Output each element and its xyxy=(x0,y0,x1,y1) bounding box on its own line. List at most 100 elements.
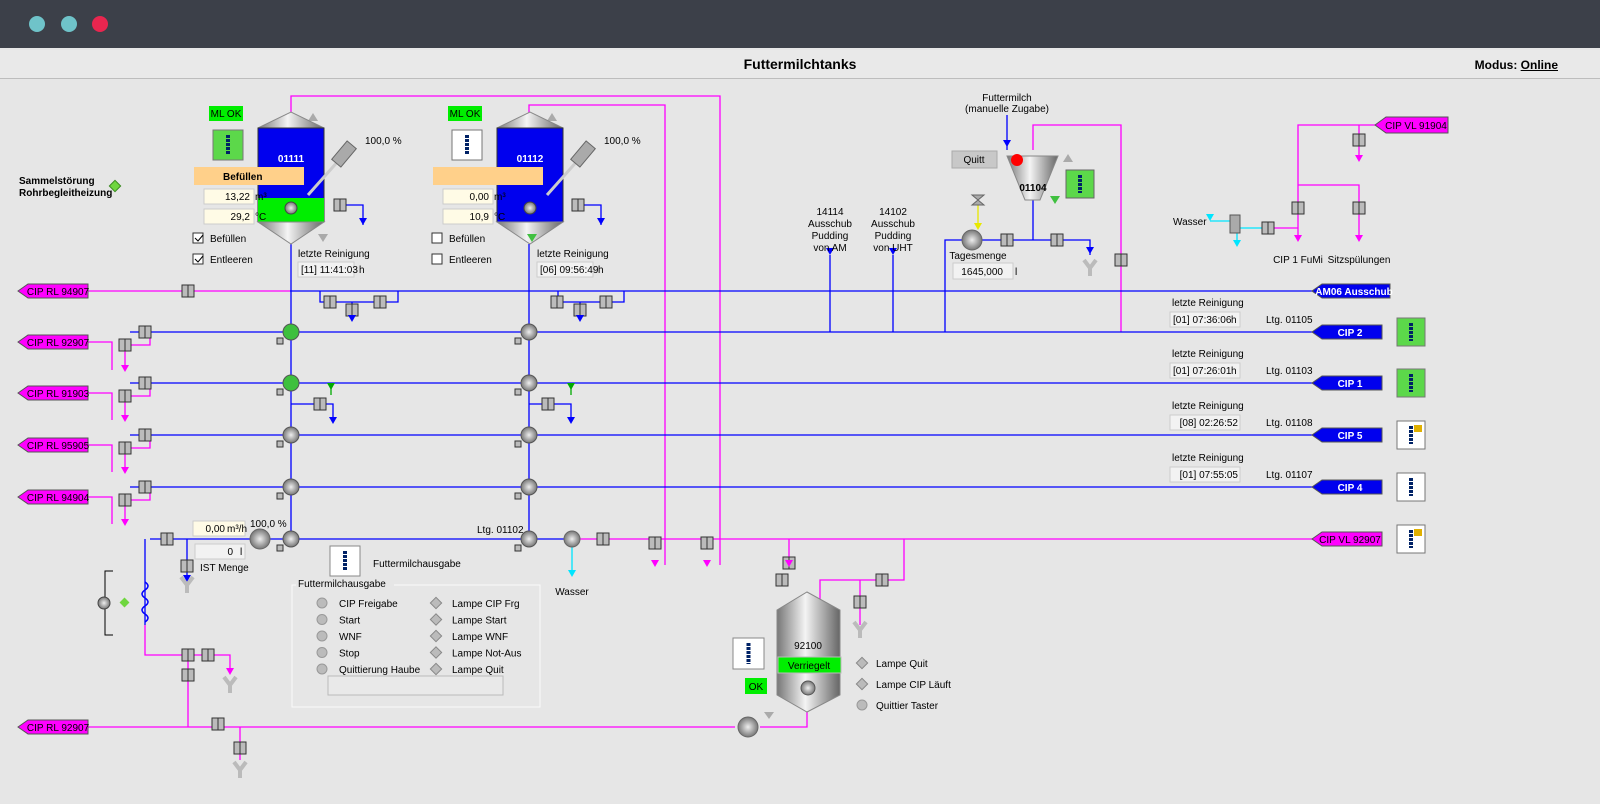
label: h xyxy=(598,265,604,276)
valve-icon[interactable] xyxy=(563,530,581,548)
cip-return-5[interactable]: CIP RL 92907 xyxy=(17,719,90,735)
label: Lampe WNF xyxy=(452,632,508,643)
label: Quittierung Haube xyxy=(339,665,421,676)
flow-arrow-icon xyxy=(568,570,576,577)
label: CIP 5 xyxy=(1338,431,1363,442)
label: CIP Freigabe xyxy=(339,599,398,610)
label: letzte Reinigung xyxy=(1172,298,1244,309)
flow-arrow-icon xyxy=(348,315,356,322)
valve-icon[interactable] xyxy=(233,741,247,755)
quitt-button-label: Quitt xyxy=(963,155,984,166)
valve-icon[interactable] xyxy=(875,573,889,587)
valve-icon[interactable] xyxy=(853,595,867,609)
valve-icon[interactable] xyxy=(1261,221,1275,235)
svg-text:Tagesmenge: Tagesmenge xyxy=(949,251,1007,262)
cip-vl-91904[interactable]: CIP VL 91904 xyxy=(1374,116,1449,134)
valve-icon[interactable] xyxy=(1352,133,1366,147)
valve-icon[interactable] xyxy=(282,478,300,496)
cip-return-4[interactable]: CIP RL 94904 xyxy=(17,489,90,505)
cip-line-cip5[interactable]: CIP 5 letzte Reinigung [08] 02:26:52 Ltg. 0… xyxy=(1169,401,1426,450)
triangle-icon xyxy=(318,234,328,242)
page-title: Futtermilchtanks xyxy=(743,56,857,72)
cip-return-1[interactable]: CIP RL 92907 xyxy=(17,334,90,350)
valve-icon[interactable] xyxy=(599,295,613,309)
valve-icon[interactable] xyxy=(282,374,300,392)
mode-link[interactable]: Online xyxy=(1521,58,1558,72)
valve-icon[interactable] xyxy=(181,668,195,682)
valve-icon[interactable] xyxy=(520,374,538,392)
valve-icon[interactable] xyxy=(282,323,300,341)
valve-icon[interactable] xyxy=(1291,201,1305,215)
label: Lampe Not-Aus xyxy=(452,649,521,660)
checkbox[interactable] xyxy=(431,232,443,244)
lamp-indicator-icon xyxy=(429,596,443,610)
am06-line-label[interactable]: AM06 Ausschub xyxy=(1311,283,1393,299)
valve-icon[interactable] xyxy=(138,325,152,339)
cip-line-cip2[interactable]: CIP 2 letzte Reinigung [01] 07:36:06 h Ltg. … xyxy=(1169,298,1426,347)
valve-icon[interactable] xyxy=(313,397,327,411)
valve-icon[interactable] xyxy=(160,532,174,546)
valve-icon[interactable] xyxy=(520,323,538,341)
label: Lampe Start xyxy=(452,616,507,627)
label: Ltg. 01103 xyxy=(1266,366,1313,377)
valve-icon[interactable] xyxy=(118,441,132,455)
label: [08] 02:26:52 xyxy=(1180,418,1239,429)
valve-icon[interactable] xyxy=(201,648,215,662)
valve-icon[interactable] xyxy=(181,284,195,298)
svg-text:Lampe Quit: Lampe Quit xyxy=(876,659,928,670)
lamp-indicator-icon xyxy=(429,629,443,643)
valve-icon[interactable] xyxy=(282,530,300,548)
valve-icon[interactable] xyxy=(118,493,132,507)
valve-icon[interactable] xyxy=(138,376,152,390)
valve-icon[interactable] xyxy=(323,295,337,309)
close-dot-icon[interactable] xyxy=(92,16,108,32)
valve-icon[interactable] xyxy=(596,532,610,546)
valve-icon[interactable] xyxy=(138,428,152,442)
flow-arrow-icon xyxy=(121,519,129,526)
valve-icon[interactable] xyxy=(1050,233,1064,247)
valve-icon[interactable] xyxy=(211,717,225,731)
valve-icon[interactable] xyxy=(1000,233,1014,247)
valve-icon[interactable] xyxy=(775,573,789,587)
window-dot-icon[interactable] xyxy=(61,16,77,32)
valve-icon[interactable] xyxy=(700,536,714,550)
cip-return-2[interactable]: CIP RL 91903 xyxy=(17,385,90,401)
valve-icon[interactable] xyxy=(520,478,538,496)
svg-text:01104: 01104 xyxy=(1019,183,1047,194)
svg-text:Futtermilchausgabe: Futtermilchausgabe xyxy=(298,579,386,590)
cip-return-3[interactable]: CIP RL 95905 xyxy=(17,437,90,453)
valve-icon[interactable] xyxy=(138,480,152,494)
window-dot-icon[interactable] xyxy=(29,16,45,32)
valve-icon[interactable] xyxy=(373,295,387,309)
valve-icon[interactable] xyxy=(520,426,538,444)
cip-line-cip4[interactable]: CIP 4 letzte Reinigung [01] 07:55:05 Ltg. 0… xyxy=(1169,453,1426,502)
valve-icon[interactable] xyxy=(118,338,132,352)
valve-icon[interactable] xyxy=(573,303,587,317)
valve-icon[interactable] xyxy=(1352,201,1366,215)
pump-icon[interactable] xyxy=(249,528,271,550)
pump-icon[interactable] xyxy=(961,229,983,251)
checkbox[interactable] xyxy=(431,253,443,265)
label: Lampe CIP Frg xyxy=(452,599,520,610)
pump-icon[interactable] xyxy=(737,716,759,738)
flow-arrow-icon xyxy=(1206,214,1214,221)
valve-feedback-icon xyxy=(276,388,284,396)
valve-icon[interactable] xyxy=(181,648,195,662)
cip-return-0[interactable]: CIP RL 94907 xyxy=(17,283,90,299)
valve-icon[interactable] xyxy=(571,198,585,212)
flow-arrow-icon xyxy=(1355,235,1363,242)
valve-icon[interactable] xyxy=(648,536,662,550)
level-sensor-icon xyxy=(284,201,298,215)
valve-icon[interactable] xyxy=(180,559,194,573)
valve-icon[interactable] xyxy=(118,389,132,403)
valve-icon[interactable] xyxy=(345,303,359,317)
valve-feedback-icon xyxy=(276,440,284,448)
valve-icon[interactable] xyxy=(282,426,300,444)
cip-vl-92907[interactable]: CIP VL 92907 xyxy=(1311,524,1426,554)
valve-icon[interactable] xyxy=(541,397,555,411)
valve-icon[interactable] xyxy=(1114,253,1128,267)
valve-icon[interactable] xyxy=(550,295,564,309)
taster-icon[interactable] xyxy=(856,699,868,711)
cip-line-cip1[interactable]: CIP 1 letzte Reinigung [01] 07:26:01 h Ltg. … xyxy=(1169,349,1426,398)
valve-icon[interactable] xyxy=(333,198,347,212)
